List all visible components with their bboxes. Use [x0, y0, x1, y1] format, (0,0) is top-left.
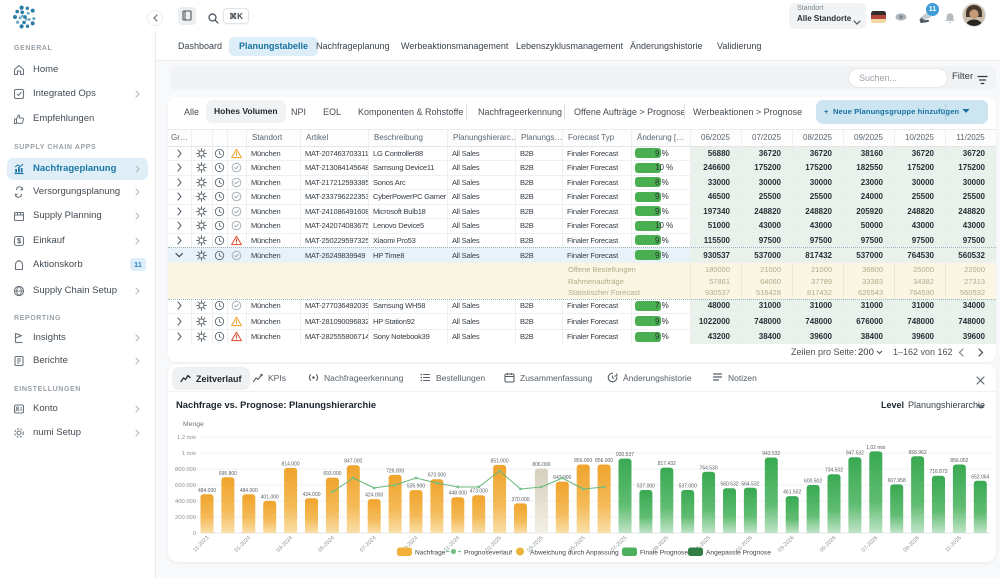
- svg-text:535.900: 535.900: [407, 484, 425, 490]
- svg-text:800.000: 800.000: [175, 467, 196, 473]
- svg-text:434.000: 434.000: [302, 492, 320, 498]
- svg-text:695.800: 695.800: [219, 471, 237, 477]
- svg-text:607.958: 607.958: [888, 478, 906, 484]
- svg-text:652.064: 652.064: [971, 474, 989, 480]
- svg-text:726.000: 726.000: [386, 468, 404, 474]
- svg-text:958.962: 958.962: [909, 450, 927, 456]
- svg-text:05-2026: 05-2026: [819, 535, 838, 554]
- svg-text:600.502: 600.502: [804, 479, 822, 485]
- svg-text:09-2026: 09-2026: [902, 535, 921, 554]
- svg-text:564.532: 564.532: [741, 481, 759, 487]
- svg-text:814.000: 814.000: [282, 461, 300, 467]
- svg-text:Angepasste Prognose: Angepasste Prognose: [706, 550, 771, 557]
- svg-text:401.000: 401.000: [261, 494, 279, 500]
- svg-text:1,2 mio: 1,2 mio: [177, 435, 196, 441]
- svg-text:400.000: 400.000: [175, 499, 196, 505]
- svg-text:03-2024: 03-2024: [275, 535, 294, 554]
- svg-text:Finale Prognose: Finale Prognose: [640, 550, 688, 557]
- svg-text:Abweichung durch Anpassung: Abweichung durch Anpassung: [530, 550, 619, 557]
- svg-text:461.502: 461.502: [783, 490, 801, 496]
- svg-text:484.000: 484.000: [240, 488, 258, 494]
- svg-text:847.000: 847.000: [344, 459, 362, 465]
- svg-text:930.537: 930.537: [616, 452, 634, 458]
- svg-text:07-2024: 07-2024: [359, 535, 378, 554]
- svg-text:0: 0: [193, 531, 196, 537]
- svg-text:851.000: 851.000: [491, 458, 509, 464]
- svg-text:817.432: 817.432: [658, 461, 676, 467]
- svg-text:673.000: 673.000: [428, 473, 446, 479]
- svg-text:200.000: 200.000: [175, 515, 196, 521]
- svg-text:05-2024: 05-2024: [317, 535, 336, 554]
- svg-text:11-2023: 11-2023: [192, 535, 210, 553]
- svg-text:856.062: 856.062: [950, 458, 968, 464]
- svg-text:856.000: 856.000: [574, 458, 592, 464]
- svg-text:537.000: 537.000: [679, 484, 697, 490]
- svg-text:01-2024: 01-2024: [234, 535, 253, 554]
- svg-text:473.000: 473.000: [470, 489, 488, 495]
- svg-text:03-2026: 03-2026: [777, 535, 796, 554]
- svg-text:856.000: 856.000: [595, 458, 613, 464]
- svg-text:560.532: 560.532: [720, 482, 738, 488]
- svg-text:Menge: Menge: [183, 421, 204, 428]
- svg-text:806.000: 806.000: [532, 462, 550, 468]
- svg-text:943.532: 943.532: [762, 451, 780, 457]
- svg-text:Nachfrage: Nachfrage: [415, 550, 446, 557]
- svg-text:537.000: 537.000: [637, 484, 655, 490]
- svg-text:1 mio: 1 mio: [182, 451, 196, 457]
- svg-text:484.000: 484.000: [198, 488, 216, 494]
- svg-text:Prognoseverlauf: Prognoseverlauf: [464, 550, 512, 557]
- svg-text:448.000: 448.000: [449, 491, 467, 497]
- svg-text:370.000: 370.000: [511, 497, 529, 503]
- svg-text:11-2026: 11-2026: [945, 535, 963, 553]
- svg-text:07-2026: 07-2026: [861, 535, 880, 554]
- svg-text:947.532: 947.532: [846, 451, 864, 457]
- svg-text:1,02 mio: 1,02 mio: [866, 445, 885, 451]
- svg-text:424.000: 424.000: [365, 493, 383, 499]
- svg-text:734.502: 734.502: [825, 468, 843, 474]
- svg-text:716.873: 716.873: [929, 469, 947, 475]
- svg-text:764.530: 764.530: [700, 465, 718, 471]
- svg-text:693.000: 693.000: [323, 471, 341, 477]
- svg-text:600.000: 600.000: [175, 483, 196, 489]
